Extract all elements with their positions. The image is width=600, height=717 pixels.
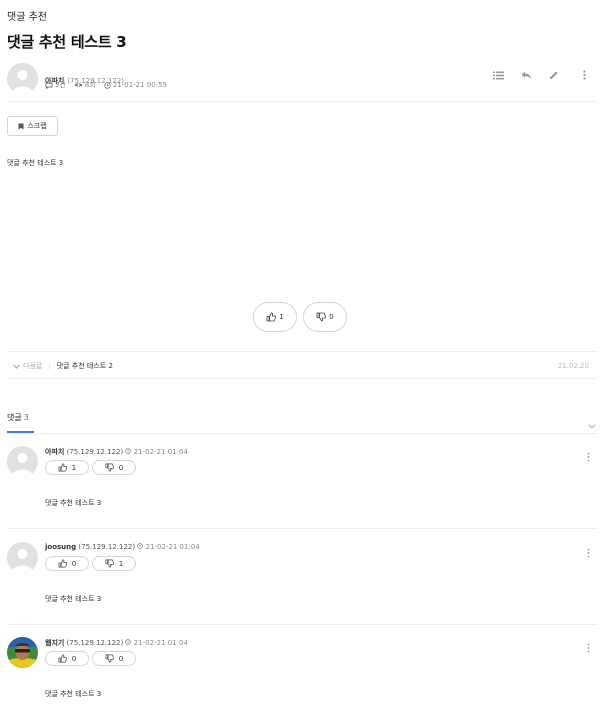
kebab-icon <box>582 70 586 80</box>
comment-avatar[interactable] <box>7 446 38 477</box>
kebab-icon <box>587 452 590 462</box>
thumbs-down-icon <box>105 463 114 472</box>
comment-more-button[interactable] <box>587 452 590 465</box>
separator: | <box>48 362 51 370</box>
comment-bad-count: 0 <box>118 463 124 472</box>
default-avatar-icon <box>7 446 38 477</box>
comments-tab-count: 3 <box>23 413 29 422</box>
divider <box>7 351 597 352</box>
comment-icon <box>45 82 53 89</box>
divider <box>7 378 597 379</box>
author-avatar[interactable] <box>7 63 38 94</box>
thumbs-up-icon <box>266 312 277 322</box>
view-count: 8회 <box>74 80 96 90</box>
next-post-date: 21.02.20 <box>557 362 589 370</box>
post-date-text: 21-02-21 00:59 <box>112 81 167 89</box>
pencil-icon <box>549 71 558 80</box>
post-date: 21-02-21 00:59 <box>104 81 167 89</box>
comment-bad-button[interactable]: 0 <box>92 651 136 666</box>
thumbs-up-icon <box>58 654 67 663</box>
collapse-comments-button[interactable] <box>588 414 596 433</box>
good-count: 1 <box>279 313 284 321</box>
thumbs-up-icon <box>58 463 67 472</box>
reply-icon <box>521 71 531 79</box>
thumbs-down-icon <box>105 654 114 663</box>
more-button[interactable] <box>577 68 591 82</box>
bookmark-icon <box>18 123 24 129</box>
divider <box>7 528 597 529</box>
next-post-label-text: 다음글 <box>23 362 43 370</box>
comment-author[interactable]: 아파치 <box>45 448 64 456</box>
comment-good-button[interactable]: 1 <box>45 460 89 475</box>
scrap-label: 스크랩 <box>27 122 47 130</box>
thumbs-up-icon <box>58 559 67 568</box>
comment-date: 21-02-21 01:04 <box>145 543 200 551</box>
chevron-down-icon <box>13 363 20 369</box>
bad-button[interactable]: 0 <box>303 302 347 332</box>
comment-good-count: 1 <box>71 463 77 472</box>
bad-count: 0 <box>329 313 334 321</box>
scrap-button[interactable]: 스크랩 <box>7 116 58 136</box>
chevron-down-icon <box>588 424 596 429</box>
comments-tab[interactable]: 댓글 3 <box>7 412 29 423</box>
comment-bad-button[interactable]: 0 <box>92 460 136 475</box>
comment-text: 댓글 추천 테스트 3 <box>45 595 102 603</box>
comment-avatar[interactable] <box>7 542 38 573</box>
comments-tab-label: 댓글 <box>7 413 22 422</box>
comment-good-count: 0 <box>71 559 77 568</box>
eye-icon <box>74 83 83 87</box>
thumbs-down-icon <box>105 559 114 568</box>
comment-bad-count: 1 <box>118 559 124 568</box>
next-post-label: 다음글 <box>13 361 42 371</box>
comment-date: 21-02-21 01:04 <box>133 448 188 456</box>
comment-header: 웹지기 (75.129.12.122) 21-02-21 01:04 <box>45 638 188 648</box>
view-count-text: 8회 <box>84 81 96 89</box>
default-avatar-icon <box>7 542 38 573</box>
clock-icon <box>104 81 111 89</box>
comment-avatar[interactable] <box>7 637 38 668</box>
comment-text: 댓글 추천 테스트 3 <box>45 690 102 698</box>
comment-ip: (75.129.12.122) <box>66 448 124 456</box>
post-content: 댓글 추천 테스트 3 <box>7 159 64 167</box>
comment-author[interactable]: joosung <box>45 543 76 551</box>
comment-more-button[interactable] <box>587 548 590 561</box>
comment-header: 아파치 (75.129.12.122) 21-02-21 01:04 <box>45 447 188 457</box>
next-post-title[interactable]: 댓글 추천 테스트 2 <box>57 361 113 371</box>
comment-ip: (75.129.12.122) <box>66 639 124 647</box>
post-meta: 3건 8회 21-02-21 00:59 <box>45 80 167 90</box>
comment-ip: (75.129.12.122) <box>78 543 136 551</box>
kebab-icon <box>587 548 590 558</box>
clock-icon <box>125 448 132 454</box>
thumbs-down-icon <box>316 312 327 322</box>
good-button[interactable]: 1 <box>253 302 297 332</box>
edit-button[interactable] <box>547 68 561 82</box>
comment-text: 댓글 추천 테스트 3 <box>45 499 102 507</box>
next-post-row[interactable]: 다음글 | 댓글 추천 테스트 2 21.02.20 <box>7 359 597 373</box>
comment-bad-count: 0 <box>118 654 124 663</box>
comment-count-text: 3건 <box>55 81 66 89</box>
reply-button[interactable] <box>519 68 533 82</box>
divider <box>7 101 597 102</box>
comment-date: 21-02-21 01:04 <box>133 639 188 647</box>
user-photo-icon <box>7 637 38 668</box>
list-icon <box>492 71 504 79</box>
default-avatar-icon <box>7 63 38 94</box>
divider <box>7 624 597 625</box>
board-name[interactable]: 댓글 추천 <box>7 8 47 23</box>
comment-good-count: 0 <box>71 654 77 663</box>
comment-header: joosung (75.129.12.122) 21-02-21 01:04 <box>45 543 200 551</box>
post-title: 댓글 추천 테스트 3 <box>7 33 127 51</box>
comment-good-button[interactable]: 0 <box>45 651 89 666</box>
comment-more-button[interactable] <box>587 643 590 656</box>
divider <box>7 433 597 434</box>
list-button[interactable] <box>491 68 505 82</box>
clock-icon <box>125 639 132 645</box>
comment-good-button[interactable]: 0 <box>45 556 89 571</box>
clock-icon <box>137 543 144 549</box>
comment-author[interactable]: 웹지기 <box>45 639 64 647</box>
comment-count: 3건 <box>45 80 66 90</box>
comment-bad-button[interactable]: 1 <box>92 556 136 571</box>
kebab-icon <box>587 643 590 653</box>
